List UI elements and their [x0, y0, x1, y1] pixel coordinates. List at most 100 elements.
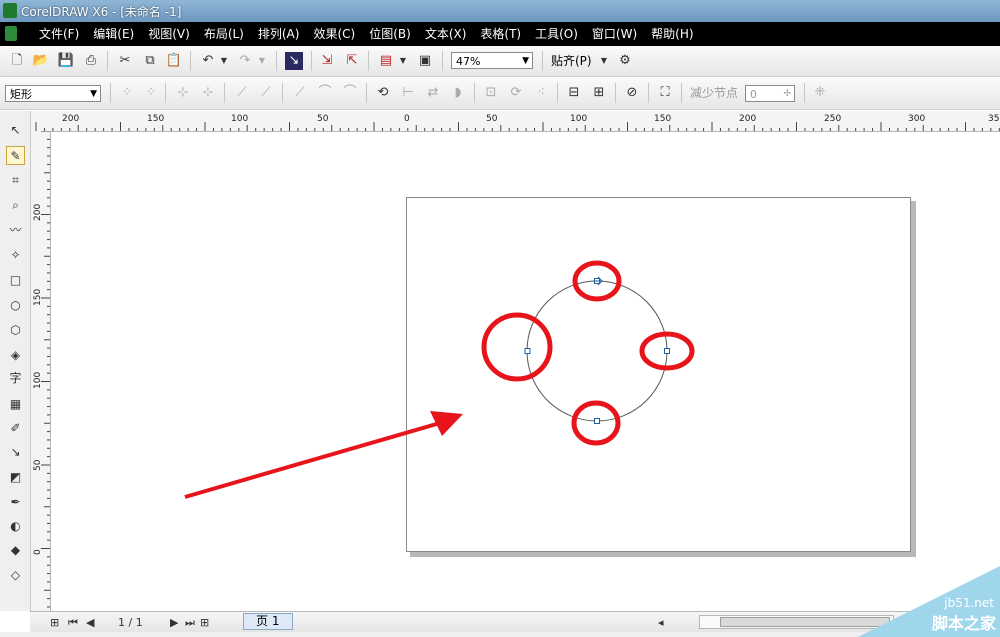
scroll-left-icon[interactable]: ◂: [658, 615, 664, 630]
app-menu-icon[interactable]: [5, 26, 17, 41]
horizontal-ruler[interactable]: 200 150 100 50 0 50 100 150 200 250 300 …: [33, 111, 1000, 132]
zoom-tool-icon[interactable]: ⌕: [6, 196, 25, 215]
open-icon[interactable]: 📂: [32, 52, 50, 70]
last-page-icon[interactable]: ⏭: [185, 615, 195, 630]
table-tool-icon[interactable]: ▦: [6, 395, 25, 414]
delete-node-icon[interactable]: ⊹: [199, 84, 217, 102]
add-node-icon[interactable]: ⊹: [174, 84, 192, 102]
shape-tool-icon[interactable]: ✎: [6, 146, 25, 165]
crop-tool-icon[interactable]: ⌗: [6, 171, 25, 190]
extract-subpath-icon[interactable]: ⊡: [482, 84, 500, 102]
watermark-name: 脚本之家: [931, 614, 996, 633]
add-page-icon[interactable]: ⊞: [50, 615, 59, 630]
page-tab[interactable]: 页 1: [243, 613, 293, 630]
menu-effects[interactable]: 效果(C): [306, 22, 362, 46]
page-count: 1 / 1: [118, 616, 143, 629]
reverse-direction-icon[interactable]: ⇄: [424, 84, 442, 102]
connector-tool-icon[interactable]: ↘: [6, 443, 25, 462]
menu-arrange[interactable]: 排列(A): [251, 22, 307, 46]
ruler-tick-label: 0: [404, 114, 410, 124]
stretch-nodes-icon[interactable]: ⟳: [507, 84, 525, 102]
text-tool-icon[interactable]: 字: [6, 369, 25, 388]
vertical-ruler[interactable]: 200 150 100 50 0: [30, 130, 51, 611]
interactive-fill-tool-icon[interactable]: ◇: [6, 566, 25, 585]
cusp-node-icon[interactable]: ⌒: [341, 84, 359, 102]
save-icon[interactable]: 💾: [57, 52, 75, 70]
pick-tool-icon[interactable]: ↖: [6, 121, 25, 140]
menu-text[interactable]: 文本(X): [418, 22, 474, 46]
reduce-nodes-field[interactable]: 0 ✢: [745, 85, 795, 102]
basic-shapes-tool-icon[interactable]: ◈: [6, 346, 25, 365]
rotate-nodes-icon[interactable]: ⁖: [532, 84, 550, 102]
toolbar-separator: [224, 83, 225, 103]
menu-items: 文件(F) 编辑(E) 视图(V) 布局(L) 排列(A) 效果(C) 位图(B…: [32, 22, 701, 46]
extend-curve-icon[interactable]: ◗: [449, 84, 467, 102]
undo-icon[interactable]: ↶: [199, 52, 217, 70]
menu-file[interactable]: 文件(F): [32, 22, 86, 46]
smooth-node-icon[interactable]: ⟲: [374, 84, 392, 102]
cut-icon[interactable]: ✂: [116, 52, 134, 70]
document-page[interactable]: [406, 197, 911, 552]
reflect-nodes-icon[interactable]: ⊞: [590, 84, 608, 102]
menu-table[interactable]: 表格(T): [473, 22, 528, 46]
symmetrical-node-icon[interactable]: ⊢: [399, 84, 417, 102]
curve-smoothness-icon[interactable]: ⁜: [811, 84, 829, 102]
application-launcher-icon[interactable]: ▤: [377, 52, 395, 70]
launcher-dropdown-icon[interactable]: ▼: [398, 52, 408, 70]
to-line-icon[interactable]: ⟋: [291, 84, 309, 102]
export-icon[interactable]: ⇱: [343, 52, 361, 70]
toolbar-separator: [190, 51, 191, 71]
first-page-icon[interactable]: ⏮: [68, 615, 78, 630]
search-content-icon[interactable]: ↘: [285, 52, 303, 70]
undo-dropdown-icon[interactable]: ▼: [219, 52, 229, 70]
select-nodes-icon[interactable]: ⁘: [118, 84, 136, 102]
menu-edit[interactable]: 编辑(E): [86, 22, 141, 46]
align-nodes-icon[interactable]: ⊟: [565, 84, 583, 102]
select-all-nodes-icon[interactable]: ⛶: [656, 84, 674, 102]
freehand-tool-icon[interactable]: 〰: [6, 221, 25, 240]
fill-tool-icon[interactable]: ◆: [6, 541, 25, 560]
snap-to-button[interactable]: 贴齐(P): [551, 52, 592, 70]
reduce-nodes-value: 0: [750, 88, 757, 101]
snap-dropdown-icon[interactable]: ▼: [599, 52, 609, 70]
menu-bitmaps[interactable]: 位图(B): [362, 22, 418, 46]
add-page-after-icon[interactable]: ⊞: [200, 615, 209, 630]
to-curve-icon[interactable]: ⌒: [316, 84, 334, 102]
chevron-down-icon: ▼: [90, 89, 97, 99]
polygon-tool-icon[interactable]: ⬡: [6, 321, 25, 340]
menu-help[interactable]: 帮助(H): [644, 22, 700, 46]
shape-type-select[interactable]: 矩形 ▼: [5, 85, 101, 102]
menu-tools[interactable]: 工具(O): [528, 22, 585, 46]
options-icon[interactable]: ⚙: [616, 52, 634, 70]
print-icon[interactable]: ⎙: [82, 52, 100, 70]
deselect-nodes-icon[interactable]: ⁘: [142, 84, 160, 102]
paste-icon[interactable]: 📋: [165, 52, 183, 70]
toolbar-separator: [110, 83, 111, 103]
blend-tool-icon[interactable]: ◩: [6, 468, 25, 487]
zoom-level-select[interactable]: 47% ▼: [451, 52, 533, 69]
previous-page-icon[interactable]: ◀: [86, 615, 94, 630]
dimension-tool-icon[interactable]: ✐: [6, 419, 25, 438]
outline-pen-tool-icon[interactable]: ◐: [6, 517, 25, 536]
break-curve-icon[interactable]: ⟋: [257, 84, 275, 102]
menu-view[interactable]: 视图(V): [141, 22, 197, 46]
welcome-screen-icon[interactable]: ▣: [416, 52, 434, 70]
title-bar: CorelDRAW X6 - [未命名 -1]: [0, 0, 1000, 22]
eyedropper-tool-icon[interactable]: ✒: [6, 493, 25, 512]
smart-fill-tool-icon[interactable]: ✧: [6, 246, 25, 265]
copy-icon[interactable]: ⧉: [141, 52, 159, 70]
toolbar-separator: [615, 83, 616, 103]
import-icon[interactable]: ⇲: [318, 52, 336, 70]
next-page-icon[interactable]: ▶: [170, 615, 178, 630]
elastic-mode-icon[interactable]: ⊘: [623, 84, 641, 102]
rectangle-tool-icon[interactable]: □: [6, 271, 25, 290]
new-document-icon[interactable]: 🗋: [8, 52, 26, 70]
redo-icon[interactable]: ↷: [236, 52, 254, 70]
ruler-tick-label: 150: [654, 114, 671, 124]
menu-layout[interactable]: 布局(L): [197, 22, 251, 46]
redo-dropdown-icon[interactable]: ▼: [257, 52, 267, 70]
join-nodes-icon[interactable]: ⟋: [233, 84, 251, 102]
ruler-tick-label: 50: [33, 459, 43, 471]
menu-window[interactable]: 窗口(W): [585, 22, 644, 46]
ellipse-tool-icon[interactable]: ○: [6, 296, 25, 315]
